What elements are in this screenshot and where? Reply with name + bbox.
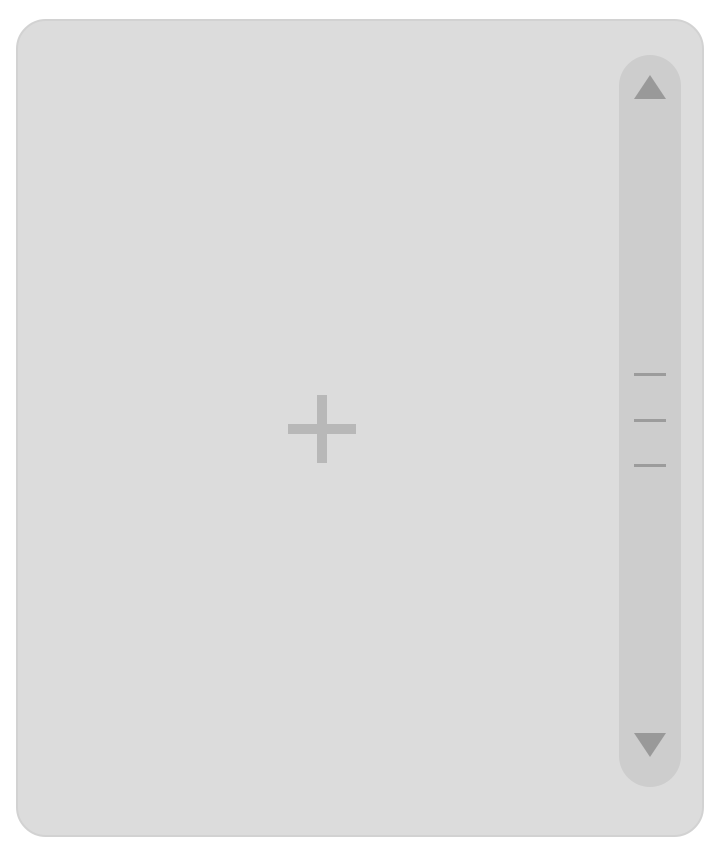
grip-line	[634, 464, 666, 467]
scroll-down-button[interactable]	[619, 731, 681, 775]
grip-line	[634, 419, 666, 422]
triangle-down-icon	[634, 733, 666, 757]
plus-icon[interactable]	[288, 395, 356, 463]
vertical-scrollbar[interactable]	[619, 55, 681, 787]
scroll-up-button[interactable]	[619, 73, 681, 117]
triangle-up-icon	[634, 75, 666, 99]
grip-line	[634, 373, 666, 376]
scroll-thumb-grip[interactable]	[634, 371, 666, 469]
content-panel	[16, 19, 704, 837]
